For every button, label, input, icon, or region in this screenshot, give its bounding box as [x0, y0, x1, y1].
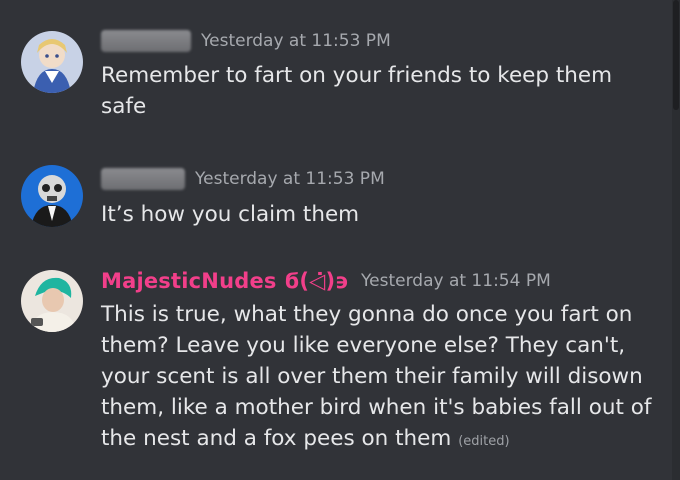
message-text: This is true, what they gonna do once yo…: [101, 299, 661, 457]
scrollbar-thumb[interactable]: [673, 0, 679, 110]
message-timestamp: Yesterday at 11:53 PM: [195, 169, 385, 189]
username[interactable]: MajesticNudes ϭ(◁̇)϶: [101, 269, 349, 293]
redacted-username[interactable]: [101, 30, 191, 52]
scrollbar-track[interactable]: [672, 0, 680, 480]
message-timestamp: Yesterday at 11:53 PM: [201, 31, 391, 51]
edited-label: (edited): [458, 434, 510, 449]
message-body: This is true, what they gonna do once yo…: [101, 302, 652, 451]
message-text: Remember to fart on your friends to keep…: [101, 63, 613, 119]
anime-character-avatar[interactable]: [21, 31, 83, 93]
message-text: It’s how you claim them: [101, 202, 360, 227]
green-hair-person-avatar[interactable]: [21, 270, 83, 332]
skull-suit-avatar[interactable]: [21, 165, 83, 227]
message-timestamp: Yesterday at 11:54 PM: [361, 271, 551, 291]
redacted-username[interactable]: [101, 168, 185, 190]
